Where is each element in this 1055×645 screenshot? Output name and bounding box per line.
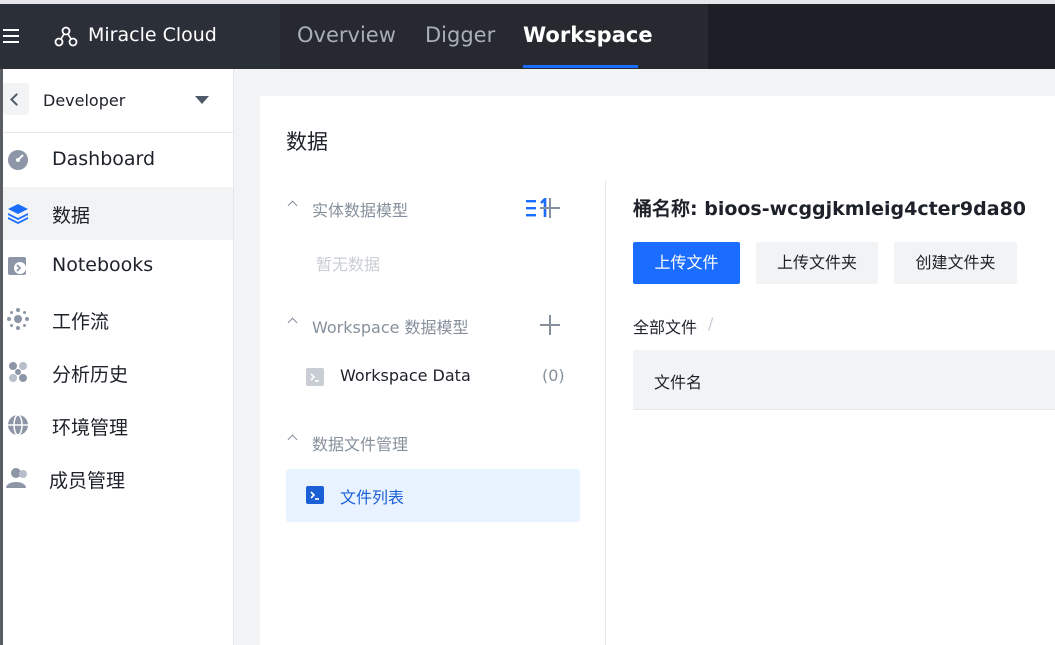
panel-divider	[605, 180, 606, 645]
upload-folder-button[interactable]: 上传文件夹	[756, 242, 878, 284]
members-icon	[6, 468, 27, 488]
dashboard-icon	[8, 150, 28, 170]
brand-name: Miracle Cloud	[88, 24, 217, 46]
section-label: 数据文件管理	[312, 435, 409, 454]
workspace-data-label: Workspace Data	[340, 366, 471, 385]
chevron-up-icon[interactable]	[287, 434, 298, 445]
tab-digger[interactable]: Digger	[425, 23, 495, 47]
terminal-icon	[306, 486, 324, 504]
notebook-icon	[8, 257, 26, 275]
sidebar-item-label: Dashboard	[52, 148, 156, 170]
empty-state: 暂无数据	[316, 255, 381, 274]
create-folder-button[interactable]: 创建文件夹	[894, 242, 1017, 284]
chevron-up-icon[interactable]	[287, 317, 298, 328]
chevron-up-icon[interactable]	[287, 200, 298, 211]
brand[interactable]: Miracle Cloud	[40, 4, 280, 69]
top-navbar: Miracle Cloud Overview Digger Workspace	[0, 4, 1055, 69]
sidebar-item-label: 数据	[52, 205, 91, 227]
brand-logo-icon	[54, 26, 78, 47]
breadcrumb-root[interactable]: 全部文件	[633, 314, 697, 338]
workspace-selector: Developer	[0, 69, 233, 133]
hamburger-menu-icon[interactable]	[0, 4, 40, 69]
column-header-filename[interactable]: 文件名	[654, 369, 702, 393]
sidebar-item-dashboard[interactable]: Dashboard	[3, 134, 233, 187]
sidebar-item-label: 环境管理	[52, 417, 129, 439]
tab-overview[interactable]: Overview	[297, 23, 396, 47]
sidebar-item-history[interactable]: 分析历史	[3, 346, 233, 399]
file-list-label: 文件列表	[340, 488, 405, 507]
section-entity-model[interactable]: 实体数据模型	[286, 196, 586, 220]
workspace-data-count: (0)	[542, 366, 565, 385]
sidebar-item-label: 分析历史	[52, 364, 129, 386]
page-title: 数据	[286, 130, 328, 154]
sidebar-item-notebooks[interactable]: Notebooks	[3, 240, 233, 293]
globe-icon	[8, 414, 28, 436]
back-button[interactable]	[3, 83, 29, 115]
section-label: Workspace 数据模型	[312, 318, 469, 337]
sidebar-item-environment[interactable]: 环境管理	[3, 399, 233, 452]
workspace-name[interactable]: Developer	[43, 91, 125, 110]
window-edge	[0, 69, 3, 645]
main-card: 数据 实体数据模型 暂无数据 Workspace 数据模型 Workspace …	[260, 96, 1055, 645]
bucket-name: 桶名称: bioos-wcggjkmleig4cter9da80	[633, 198, 1027, 220]
sidebar: Developer Dashboard 数据 Notebooks 工作流 分析历…	[0, 69, 234, 645]
add-workspace-model-icon[interactable]	[540, 315, 560, 335]
sidebar-item-label: 工作流	[52, 311, 110, 333]
section-workspace-model[interactable]: Workspace 数据模型	[286, 313, 586, 337]
sidebar-item-members[interactable]: 成员管理	[3, 452, 233, 505]
add-entity-model-icon[interactable]	[540, 198, 560, 218]
sidebar-item-label: 成员管理	[49, 470, 126, 492]
sidebar-item-data[interactable]: 数据	[3, 187, 233, 240]
file-table-header: 文件名	[633, 350, 1055, 410]
workflow-icon	[7, 308, 29, 330]
chevron-down-icon[interactable]	[195, 96, 209, 104]
terminal-icon	[306, 368, 324, 386]
upload-file-button[interactable]: 上传文件	[633, 242, 740, 284]
sidebar-item-workflow[interactable]: 工作流	[3, 293, 233, 346]
sidebar-item-label: Notebooks	[52, 254, 154, 276]
section-label: 实体数据模型	[312, 201, 409, 220]
active-tab-indicator	[523, 65, 638, 68]
breadcrumb-separator: /	[708, 314, 714, 333]
tab-workspace[interactable]: Workspace	[523, 23, 653, 47]
nav-tabs: Overview Digger Workspace	[280, 4, 708, 69]
layers-icon	[8, 204, 28, 224]
workspace-data-item[interactable]: Workspace Data (0)	[286, 362, 580, 392]
file-list-item[interactable]: 文件列表	[286, 469, 580, 522]
section-file-mgmt[interactable]: 数据文件管理	[286, 430, 586, 454]
history-icon	[9, 362, 27, 382]
